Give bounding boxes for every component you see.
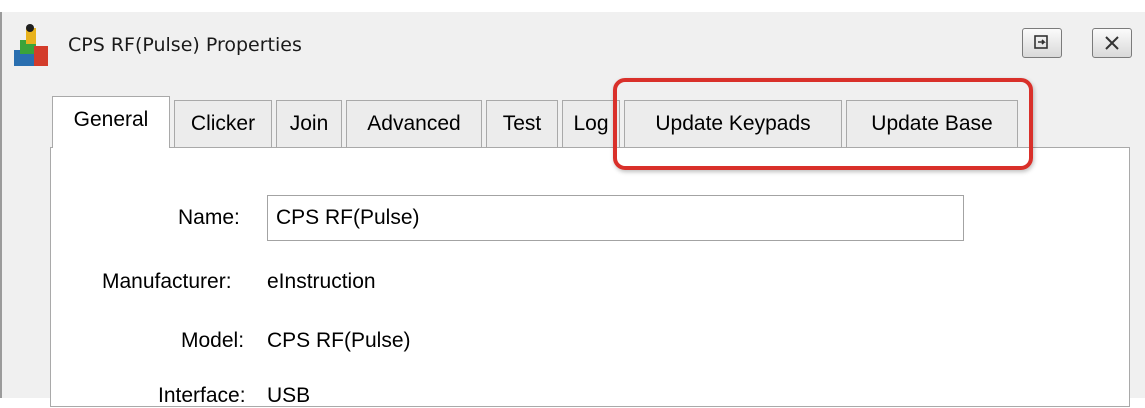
tab-join[interactable]: Join (276, 100, 342, 147)
model-label: Model: (181, 329, 245, 352)
properties-window: CPS RF(Pulse) Properties General Clicker… (0, 0, 1145, 407)
tab-log[interactable]: Log (562, 100, 620, 147)
name-input-value: CPS RF(Pulse) (276, 206, 420, 229)
tab-label: Update Keypads (655, 112, 811, 135)
tab-test[interactable]: Test (486, 100, 558, 147)
interface-value: USB (267, 384, 311, 407)
tab-label: General (73, 108, 149, 131)
manufacturer-value: eInstruction (267, 270, 376, 293)
name-label: Name: (178, 206, 240, 229)
close-icon (1105, 36, 1119, 50)
interface-label: Interface: (158, 384, 246, 407)
tab-label: Test (502, 112, 542, 135)
name-input[interactable]: CPS RF(Pulse) (267, 195, 964, 241)
tab-label: Clicker (190, 112, 256, 135)
tab-label: Log (573, 112, 609, 135)
tab-general[interactable]: General (52, 96, 170, 148)
app-logo-icon (14, 24, 48, 66)
restore-icon (1034, 35, 1048, 49)
restore-button[interactable] (1022, 28, 1062, 58)
tab-label: Update Base (871, 112, 993, 135)
tab-update-keypads[interactable]: Update Keypads (624, 100, 842, 147)
tab-update-base[interactable]: Update Base (846, 100, 1018, 147)
manufacturer-label: Manufacturer: (102, 270, 232, 293)
tab-advanced[interactable]: Advanced (346, 100, 482, 147)
title-bar: CPS RF(Pulse) Properties (2, 12, 1145, 78)
window-title: CPS RF(Pulse) Properties (68, 34, 302, 56)
tab-clicker[interactable]: Clicker (174, 100, 272, 147)
model-value: CPS RF(Pulse) (267, 329, 411, 352)
tab-label: Join (289, 112, 329, 135)
tab-label: Advanced (367, 112, 461, 135)
close-button[interactable] (1092, 28, 1132, 58)
